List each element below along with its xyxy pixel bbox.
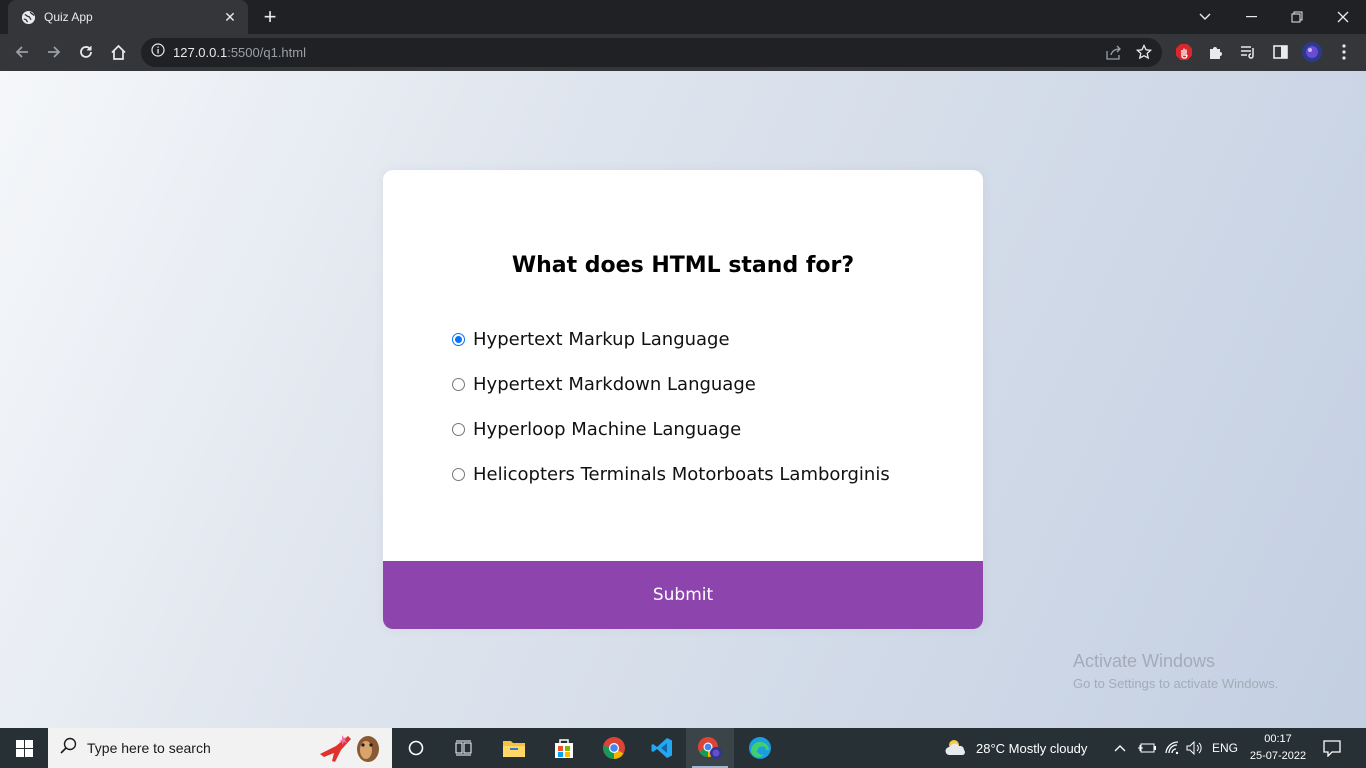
cortana-icon[interactable] — [392, 728, 440, 768]
browser-tab[interactable]: Quiz App ✕ — [8, 0, 248, 34]
browser-toolbar: 127.0.0.1:5500/q1.html — [0, 34, 1366, 71]
edge-icon[interactable] — [736, 728, 784, 768]
weather-widget[interactable]: 28°C Mostly cloudy — [944, 728, 1087, 768]
extensions-puzzle-icon[interactable] — [1204, 40, 1228, 64]
answer-option[interactable]: Helicopters Terminals Motorboats Lamborg… — [452, 452, 890, 497]
side-panel-icon[interactable] — [1268, 40, 1292, 64]
answer-label[interactable]: Hypertext Markup Language — [473, 329, 730, 350]
show-hidden-icons[interactable] — [1114, 728, 1126, 768]
answer-list: Hypertext Markup Language Hypertext Mark… — [452, 317, 890, 497]
tab-search-icon[interactable] — [1182, 0, 1228, 34]
search-highlight-illustration — [316, 732, 386, 764]
system-clock[interactable]: 00:17 25-07-2022 — [1246, 731, 1310, 765]
answer-radio[interactable] — [452, 423, 465, 436]
submit-button[interactable]: Submit — [383, 561, 983, 629]
answer-option[interactable]: Hyperloop Machine Language — [452, 407, 890, 452]
address-bar[interactable]: 127.0.0.1:5500/q1.html — [141, 38, 1162, 67]
battery-icon[interactable] — [1138, 728, 1156, 768]
activate-windows-watermark: Activate Windows Go to Settings to activ… — [1073, 651, 1278, 691]
url-text[interactable]: 127.0.0.1:5500/q1.html — [173, 45, 306, 60]
answer-label[interactable]: Helicopters Terminals Motorboats Lamborg… — [473, 464, 890, 485]
chrome-menu-icon[interactable] — [1332, 40, 1356, 64]
microsoft-store-icon[interactable] — [540, 728, 588, 768]
clock-time: 00:17 — [1264, 733, 1292, 745]
close-tab-icon[interactable]: ✕ — [222, 9, 238, 26]
answer-option[interactable]: Hypertext Markup Language — [452, 317, 890, 362]
adblock-extension-icon[interactable] — [1172, 40, 1196, 64]
url-path: :5500/q1.html — [227, 45, 306, 60]
weather-text: 28°C Mostly cloudy — [976, 740, 1088, 756]
task-view-icon[interactable] — [440, 728, 488, 768]
watermark-title: Activate Windows — [1073, 651, 1216, 671]
site-info-icon[interactable] — [151, 43, 165, 62]
answer-label[interactable]: Hypertext Markdown Language — [473, 374, 756, 395]
file-explorer-icon[interactable] — [490, 728, 538, 768]
quiz-card: What does HTML stand for? Hypertext Mark… — [383, 170, 983, 629]
chrome-profile-icon[interactable] — [686, 728, 734, 768]
windows-start-icon[interactable] — [0, 728, 48, 768]
clock-date: 25-07-2022 — [1249, 750, 1307, 762]
taskbar-search-box[interactable]: Type here to search — [48, 728, 392, 768]
bookmark-star-icon[interactable] — [1135, 43, 1153, 65]
answer-label[interactable]: Hyperloop Machine Language — [473, 419, 741, 440]
close-window-button[interactable] — [1320, 0, 1366, 34]
forward-icon[interactable] — [42, 40, 66, 64]
minimize-button[interactable] — [1228, 0, 1274, 34]
answer-option[interactable]: Hypertext Markdown Language — [452, 362, 890, 407]
share-icon[interactable] — [1106, 45, 1122, 65]
search-placeholder: Type here to search — [87, 740, 211, 756]
tab-title: Quiz App — [44, 10, 93, 24]
globe-icon — [20, 9, 36, 25]
quiz-question: What does HTML stand for? — [511, 253, 855, 278]
chrome-icon[interactable] — [590, 728, 638, 768]
profile-avatar[interactable] — [1300, 40, 1324, 64]
new-tab-button[interactable]: + — [258, 5, 282, 29]
windows-taskbar: Type here to search 28°C Mostly cloudy E… — [0, 728, 1366, 768]
search-icon — [60, 737, 77, 759]
wifi-icon[interactable] — [1164, 728, 1180, 768]
watermark-subtitle: Go to Settings to activate Windows. — [1073, 676, 1279, 691]
back-icon[interactable] — [10, 40, 34, 64]
volume-icon[interactable] — [1186, 728, 1204, 768]
language-indicator[interactable]: ENG — [1212, 728, 1238, 768]
answer-radio-selected[interactable] — [452, 333, 465, 346]
tab-strip: Quiz App ✕ + — [0, 0, 1366, 34]
answer-radio[interactable] — [452, 378, 465, 391]
page-viewport: What does HTML stand for? Hypertext Mark… — [0, 71, 1366, 728]
cloudy-weather-icon — [944, 737, 968, 760]
reading-list-icon[interactable] — [1236, 40, 1260, 64]
restore-button[interactable] — [1274, 0, 1320, 34]
url-host: 127.0.0.1 — [173, 45, 228, 60]
home-icon[interactable] — [106, 40, 130, 64]
notifications-icon[interactable] — [1322, 728, 1342, 768]
reload-icon[interactable] — [74, 40, 98, 64]
answer-radio[interactable] — [452, 468, 465, 481]
vscode-icon[interactable] — [638, 728, 686, 768]
